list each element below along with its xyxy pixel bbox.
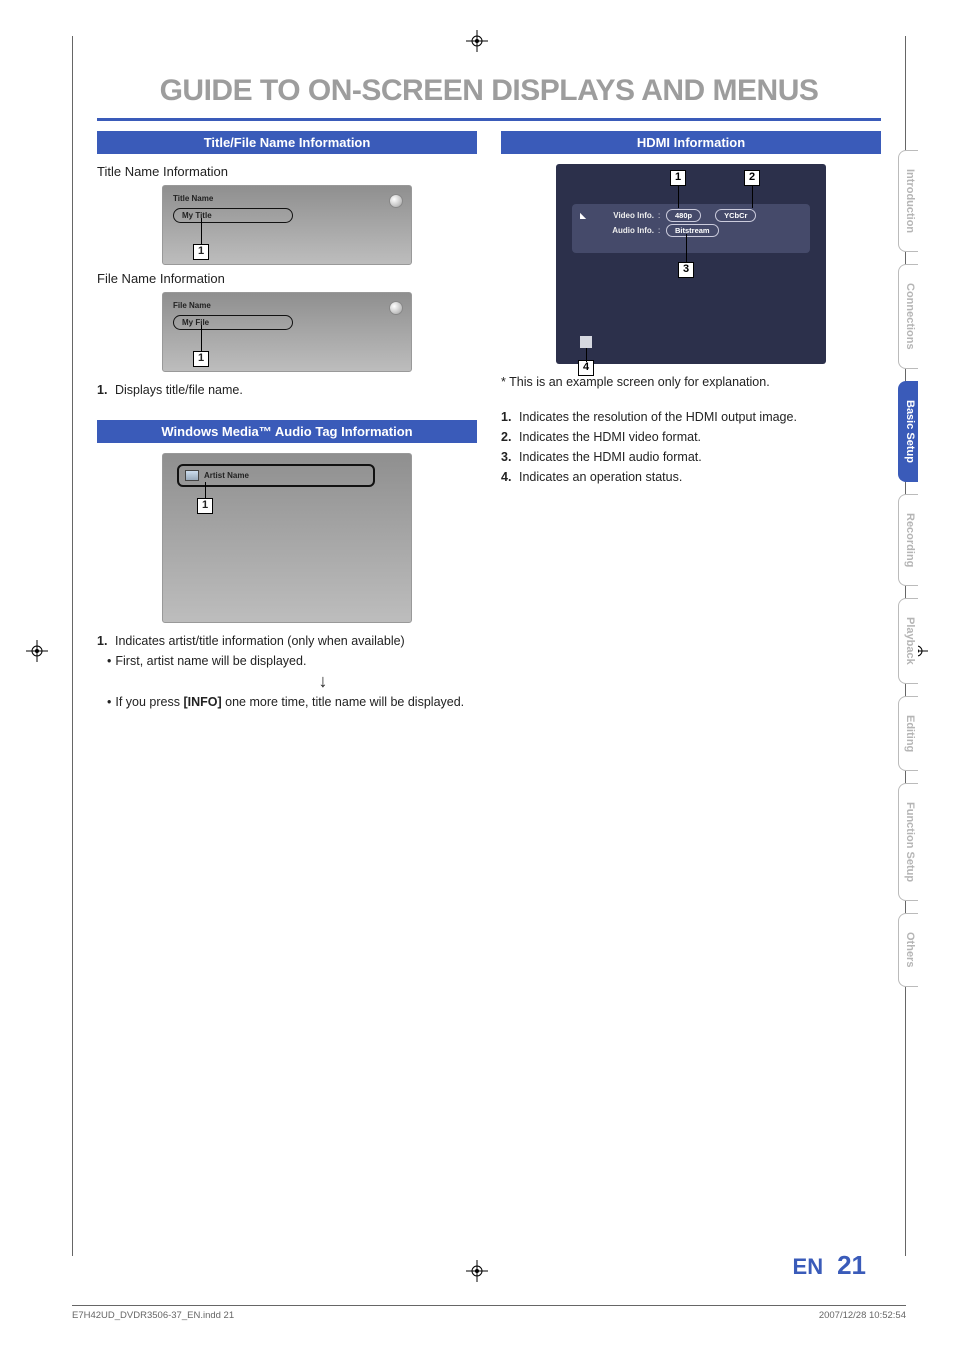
callout-1: 1 (193, 351, 209, 367)
page-footer: EN 21 (793, 1250, 866, 1281)
callout-line (201, 218, 202, 246)
callout-1: 1 (670, 170, 686, 186)
list-item: 1. Indicates artist/title information (o… (97, 633, 477, 650)
callout-line (752, 186, 753, 208)
hdmi-bitstream: Bitstream (666, 224, 719, 237)
osd-title-name: Title Name My Title 1 (162, 185, 412, 265)
list-item: 2.Indicates the HDMI video format. (501, 429, 881, 446)
registration-mark-icon (26, 640, 48, 662)
tab-others[interactable]: Others (898, 913, 918, 986)
hdmi-480p: 480p (666, 209, 701, 222)
tab-introduction[interactable]: Introduction (898, 150, 918, 252)
list-item: 1.Indicates the resolution of the HDMI o… (501, 409, 881, 426)
hdmi-note: * This is an example screen only for exp… (501, 374, 881, 391)
osd-file-label: File Name (173, 301, 401, 310)
list-item: 3.Indicates the HDMI audio format. (501, 449, 881, 466)
page-title: GUIDE TO ON-SCREEN DISPLAYS AND MENUS (97, 74, 881, 108)
tab-basic-setup[interactable]: Basic Setup (898, 381, 918, 482)
registration-mark-icon (466, 1260, 488, 1282)
osd-title-label: Title Name (173, 194, 401, 203)
bullet-item: •First, artist name will be displayed. (107, 653, 477, 670)
list-item: 4.Indicates an operation status. (501, 469, 881, 486)
wma-label: Artist Name (204, 471, 249, 480)
disc-icon (389, 301, 403, 315)
wma-panel: Artist Name (177, 464, 375, 487)
hdmi-video-label: Video Info. (592, 211, 654, 220)
hdmi-ycbcr: YCbCr (715, 209, 756, 222)
bullet-item: •If you press [INFO] one more time, titl… (107, 694, 477, 711)
tab-connections[interactable]: Connections (898, 264, 918, 369)
list-num: 1. (97, 382, 111, 399)
list-num: 1. (97, 633, 111, 650)
hdmi-audio-label: Audio Info. (592, 226, 654, 235)
osd-file-name: File Name My File 1 (162, 292, 412, 372)
list-text: Indicates artist/title information (only… (115, 633, 405, 650)
arrow-down-icon: ↓ (169, 674, 477, 688)
section-wma: Windows Media™ Audio Tag Information (97, 420, 477, 443)
print-footer: E7H42UD_DVDR3506-37_EN.indd 21 2007/12/2… (72, 1305, 906, 1321)
tab-recording[interactable]: Recording (898, 494, 918, 586)
page-lang: EN (793, 1254, 824, 1280)
callout-2: 2 (744, 170, 760, 186)
callout-4: 4 (578, 360, 594, 376)
print-date: 2007/12/28 10:52:54 (819, 1310, 906, 1321)
stop-icon (580, 336, 592, 348)
tab-function-setup[interactable]: Function Setup (898, 783, 918, 901)
callout-line (586, 348, 587, 362)
tab-playback[interactable]: Playback (898, 598, 918, 684)
page-number: 21 (837, 1250, 866, 1281)
osd-title-value: My Title (173, 208, 293, 223)
callout-1: 1 (197, 498, 213, 514)
callout-line (686, 234, 687, 262)
title-underline (97, 118, 881, 121)
disc-icon (389, 194, 403, 208)
callout-3: 3 (678, 262, 694, 278)
list-text: Displays title/file name. (115, 382, 243, 399)
callout-line (678, 186, 679, 208)
side-tabs: Introduction Connections Basic Setup Rec… (898, 150, 918, 987)
callout-line (201, 325, 202, 353)
callout-1: 1 (193, 244, 209, 260)
print-file: E7H42UD_DVDR3506-37_EN.indd 21 (72, 1310, 234, 1321)
osd-hdmi: ◣ Video Info. : 480p YCbCr Audio Info. :… (556, 164, 826, 364)
tab-editing[interactable]: Editing (898, 696, 918, 771)
list-item: 1. Displays title/file name. (97, 382, 477, 399)
wma-file-icon (185, 470, 199, 481)
osd-file-value: My File (173, 315, 293, 330)
hdmi-info-panel: ◣ Video Info. : 480p YCbCr Audio Info. :… (572, 204, 810, 253)
osd-wma: Artist Name 1 (162, 453, 412, 623)
subhead-title-name: Title Name Information (97, 164, 477, 179)
section-title-file-name: Title/File Name Information (97, 131, 477, 154)
section-hdmi: HDMI Information (501, 131, 881, 154)
subhead-file-name: File Name Information (97, 271, 477, 286)
